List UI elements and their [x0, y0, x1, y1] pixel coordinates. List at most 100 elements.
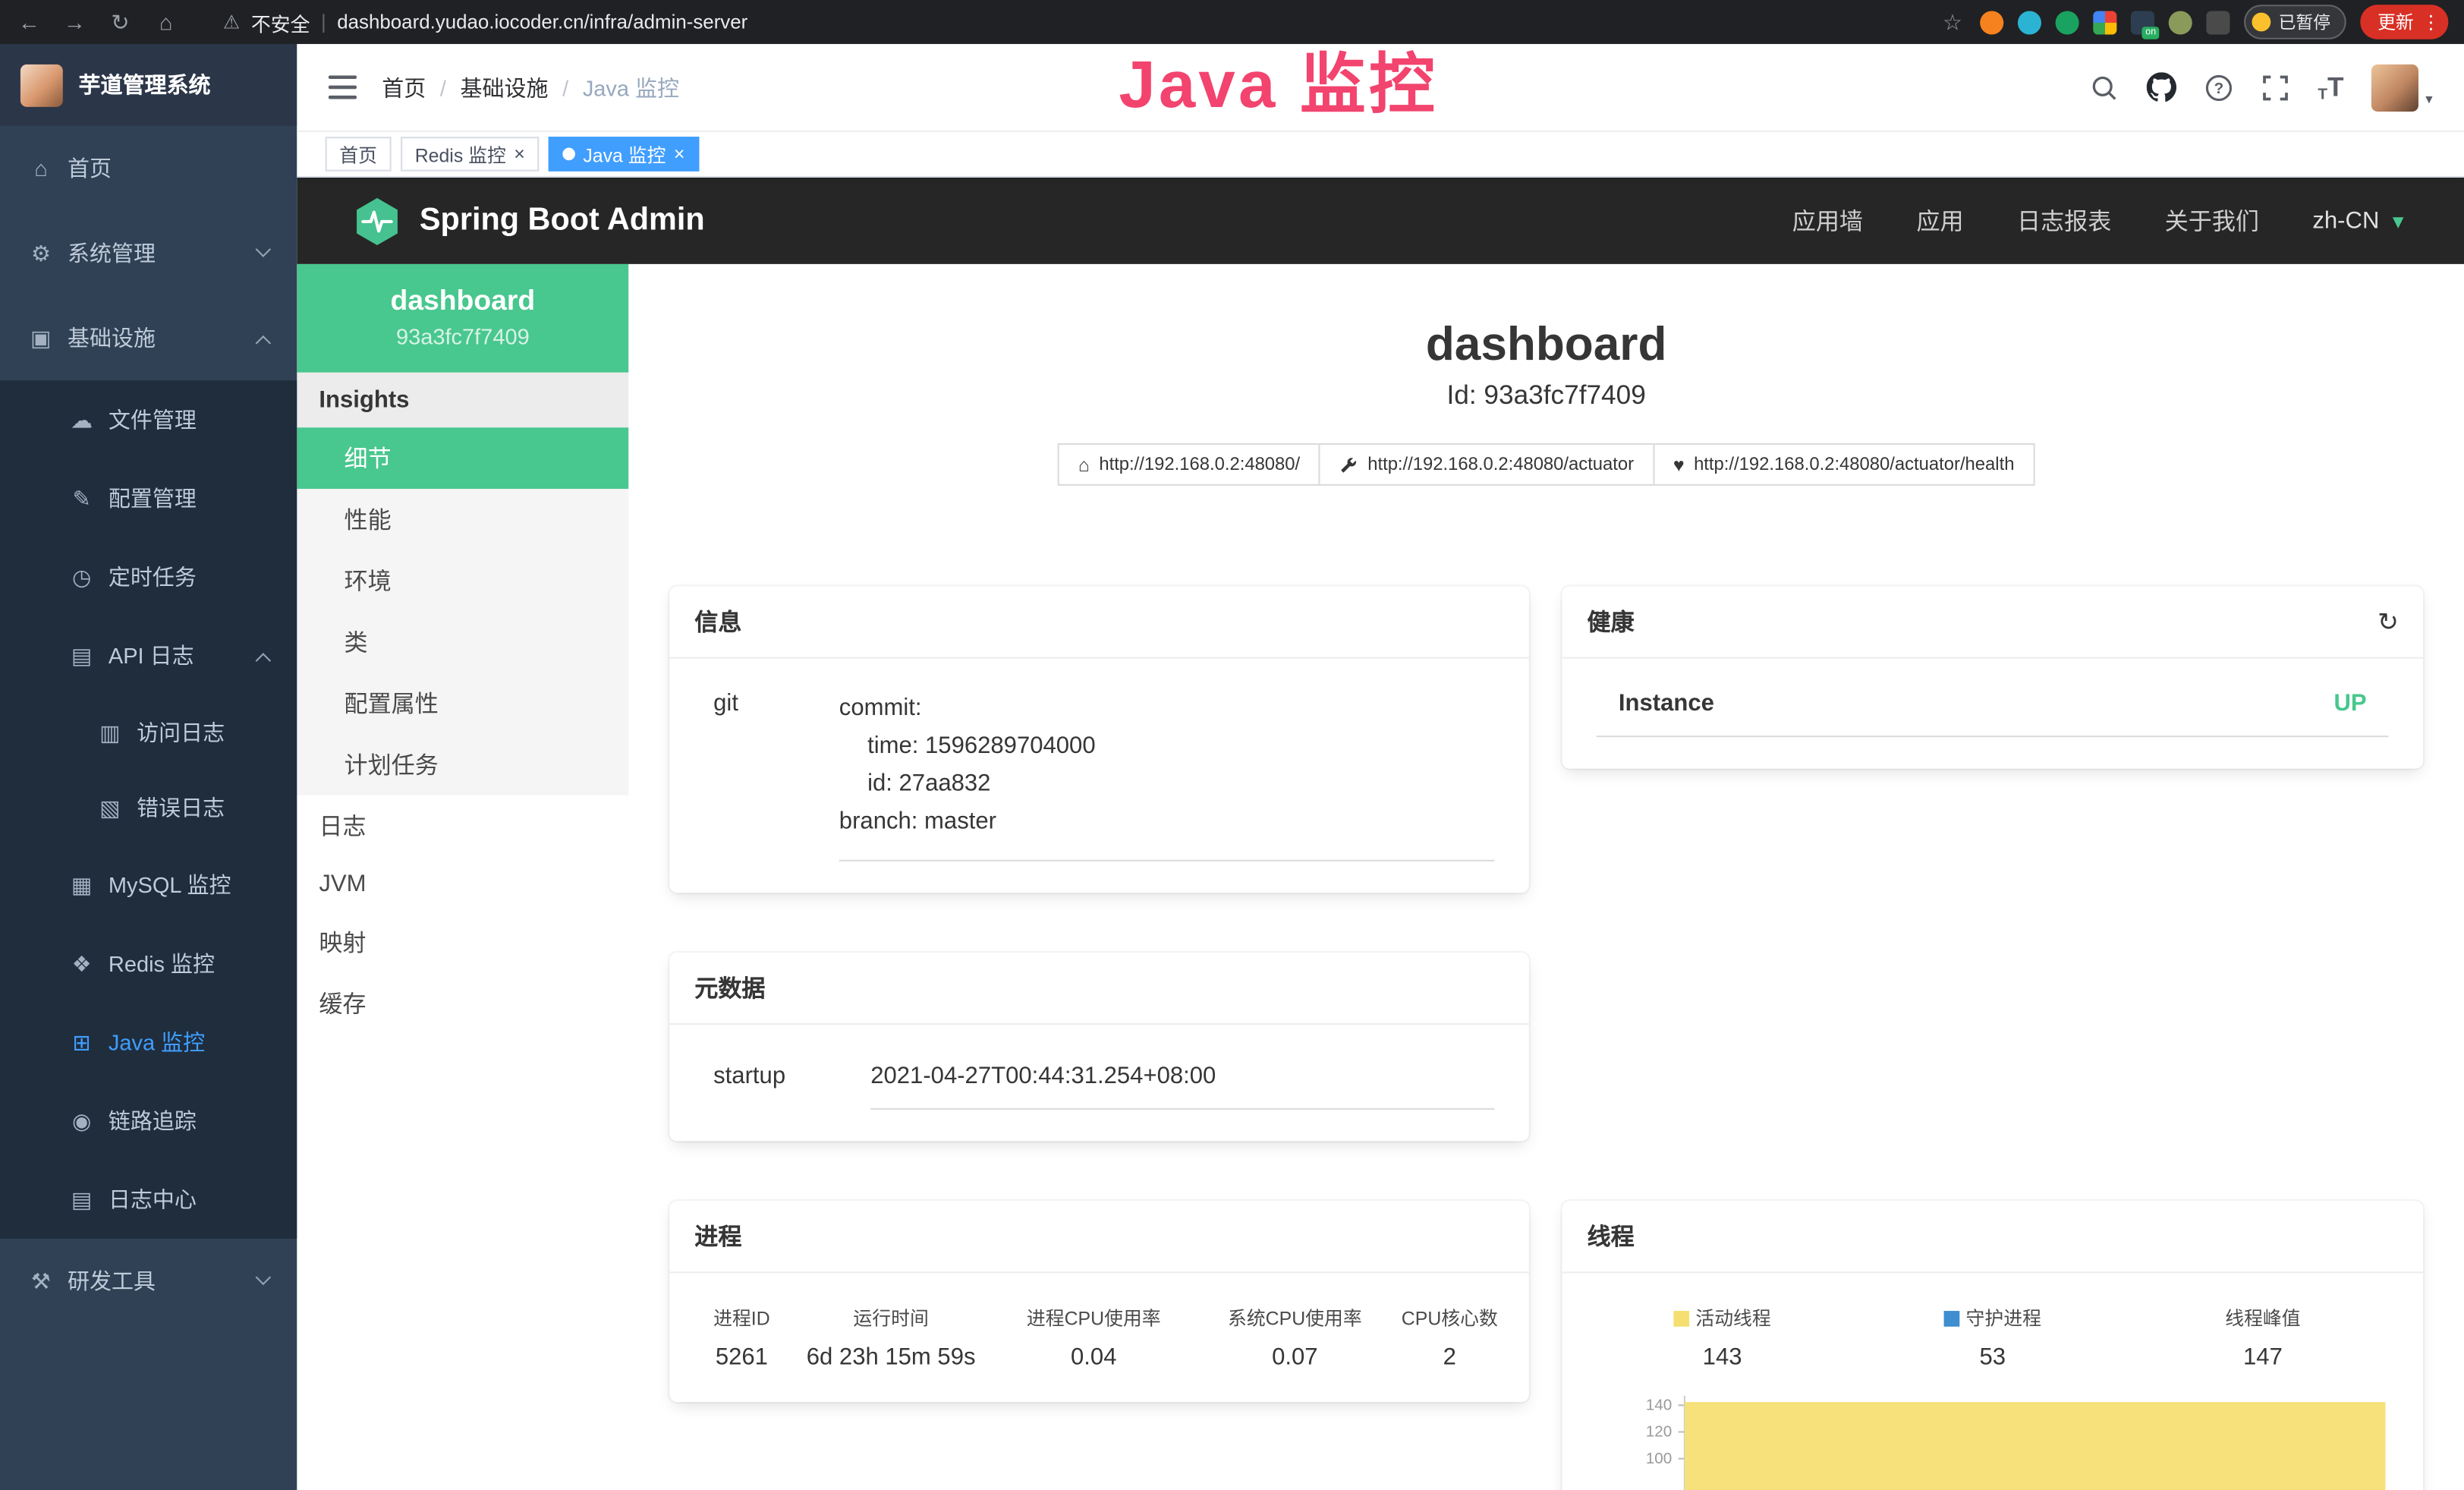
health-url-link[interactable]: ♥ http://192.168.0.2:48080/actuator/heal… [1653, 443, 2034, 486]
legend-live-threads[interactable]: 活动线程 [1588, 1305, 1858, 1331]
sidebar-item-access-logs[interactable]: ▥ 访问日志 [0, 695, 297, 770]
document-icon: ▧ [97, 795, 122, 821]
locale-select[interactable]: zh-CN ▼ [2312, 207, 2407, 234]
sba-app-header[interactable]: dashboard 93a3fc7f7409 [297, 264, 628, 373]
github-icon[interactable] [2147, 72, 2176, 102]
sidebar-item-file-mgmt[interactable]: ☁ 文件管理 [0, 380, 297, 459]
service-url-link[interactable]: ⌂ http://192.168.0.2:48080/ [1058, 443, 1320, 486]
actuator-url-link[interactable]: http://192.168.0.2:48080/actuator [1319, 443, 1654, 486]
sidebar-item-api-logs[interactable]: ▤ API 日志 [0, 616, 297, 695]
close-icon[interactable]: × [514, 145, 525, 164]
extension-grid-icon[interactable] [2093, 10, 2116, 33]
sba-item-caches[interactable]: 缓存 [297, 973, 628, 1035]
process-col-header: 进程CPU使用率 [993, 1305, 1194, 1331]
extension-drop-icon[interactable] [2018, 10, 2041, 33]
link-label: http://192.168.0.2:48080/ [1099, 455, 1300, 474]
sidebar-item-system-mgmt[interactable]: ⚙ 系统管理 [0, 210, 297, 295]
update-button[interactable]: 更新 ⋮ [2360, 5, 2448, 39]
sba-item-config-props[interactable]: 配置属性 [297, 673, 628, 734]
address-bar[interactable]: ⚠ 不安全 | dashboard.yudao.iocoder.cn/infra… [223, 7, 747, 36]
sba-item-mappings[interactable]: 映射 [297, 912, 628, 973]
extension-green-icon[interactable] [2056, 10, 2079, 33]
sba-nav-applications[interactable]: 应用 [1916, 204, 1963, 237]
sba-item-metrics[interactable]: 性能 [297, 489, 628, 550]
live-threads-area [1685, 1402, 2386, 1490]
extension-on-icon[interactable]: on [2131, 10, 2154, 33]
sba-item-logs[interactable]: 日志 [297, 795, 628, 857]
extension-puzzle-icon[interactable] [2206, 10, 2230, 33]
sba-nav-about[interactable]: 关于我们 [2165, 204, 2259, 237]
user-menu[interactable]: ▾ [2372, 64, 2433, 111]
close-icon[interactable]: × [674, 145, 685, 164]
sba-nav-journal[interactable]: 日志报表 [2017, 204, 2111, 237]
bookmark-star-icon[interactable]: ☆ [1939, 8, 1965, 35]
tools-icon: ⚒ [28, 1268, 53, 1294]
smiley-icon [2252, 13, 2270, 32]
health-card-header: 健康 ↺ [1562, 586, 2423, 658]
forward-icon[interactable]: → [61, 9, 88, 34]
y-tick-100: 100 [1646, 1450, 1673, 1467]
breadcrumb-separator: / [440, 74, 446, 99]
sidebar-item-error-logs[interactable]: ▧ 错误日志 [0, 770, 297, 846]
font-size-icon[interactable]: TT [2318, 71, 2343, 102]
sba-item-classes[interactable]: 类 [297, 612, 628, 673]
sba-item-details[interactable]: 细节 [297, 427, 628, 489]
paused-badge[interactable]: 已暂停 [2244, 5, 2346, 39]
process-col-header: 运行时间 [789, 1305, 993, 1331]
chevron-up-icon [256, 335, 271, 350]
search-icon[interactable] [2090, 73, 2118, 101]
update-label: 更新 [2377, 9, 2414, 34]
history-icon[interactable]: ↺ [2377, 606, 2398, 637]
sidebar-item-log-center[interactable]: ▤ 日志中心 [0, 1160, 297, 1239]
sidebar-item-config-mgmt[interactable]: ✎ 配置管理 [0, 459, 297, 538]
tag-home[interactable]: 首页 [326, 137, 392, 172]
extension-fox-icon[interactable] [1980, 10, 2003, 33]
sidebar-item-infrastructure[interactable]: ▣ 基础设施 [0, 295, 297, 380]
fullscreen-icon[interactable] [2261, 73, 2289, 101]
health-card-title: 健康 [1588, 605, 1635, 638]
legend-daemon-threads[interactable]: 守护进程 [1858, 1305, 2128, 1331]
sidebar-item-redis-monitor[interactable]: ❖ Redis 监控 [0, 925, 297, 1003]
metadata-value: 2021-04-27T00:44:31.254+08:00 [870, 1063, 1494, 1110]
sidebar-item-cron-jobs[interactable]: ◷ 定时任务 [0, 537, 297, 616]
threads-card-title: 线程 [1562, 1201, 2423, 1273]
process-col-header: 进程ID [694, 1305, 788, 1331]
sba-nav-wall[interactable]: 应用墙 [1792, 204, 1863, 237]
sidebar-item-java-monitor[interactable]: ⊞ Java 监控 [0, 1003, 297, 1082]
browser-home-icon[interactable]: ⌂ [153, 9, 179, 34]
sba-item-scheduled-tasks[interactable]: 计划任务 [297, 734, 628, 795]
extension-leaf-icon[interactable] [2169, 10, 2192, 33]
sidebar-item-label: 文件管理 [109, 404, 197, 435]
tag-label: Java 监控 [583, 140, 666, 167]
back-icon[interactable]: ← [16, 9, 42, 34]
sba-app-id: 93a3fc7f7409 [310, 324, 616, 349]
font-size-small-t: T [2318, 86, 2327, 103]
sba-nav-links: 应用墙 应用 日志报表 关于我们 zh-CN ▼ [1792, 204, 2408, 237]
info-card: 信息 git commit: time: 1596289704000 id: 2… [669, 586, 1529, 893]
tag-redis-monitor[interactable]: Redis 监控 × [401, 137, 539, 172]
menu-kebab-icon[interactable]: ⋮ [2422, 11, 2440, 33]
blue-swatch-icon [1944, 1310, 1960, 1326]
tag-java-monitor[interactable]: Java 监控 × [549, 137, 699, 172]
sidebar-item-home[interactable]: ⌂ 首页 [0, 126, 297, 211]
breadcrumb-current: Java 监控 [583, 71, 679, 102]
heart-icon: ♥ [1673, 453, 1685, 475]
sidebar-item-label: 配置管理 [109, 483, 197, 514]
sidebar-item-trace[interactable]: ◉ 链路追踪 [0, 1082, 297, 1161]
breadcrumb-home[interactable]: 首页 [382, 71, 426, 102]
sidebar-item-label: 基础设施 [68, 323, 156, 354]
sba-brand[interactable]: Spring Boot Admin [420, 203, 705, 239]
sidebar-item-mysql-monitor[interactable]: ▦ MySQL 监控 [0, 846, 297, 925]
sidebar-item-label: 研发工具 [68, 1265, 156, 1296]
svg-text:?: ? [2214, 79, 2224, 96]
sidebar-item-dev-tools[interactable]: ⚒ 研发工具 [0, 1239, 297, 1324]
reload-icon[interactable]: ↻ [107, 8, 134, 35]
info-card-title: 信息 [669, 586, 1529, 658]
help-icon[interactable]: ? [2204, 73, 2233, 101]
sba-item-environment[interactable]: 环境 [297, 550, 628, 612]
hamburger-icon[interactable] [329, 75, 357, 99]
breadcrumb-section[interactable]: 基础设施 [461, 71, 549, 102]
sba-item-jvm[interactable]: JVM [297, 857, 628, 912]
health-instance-row[interactable]: Instance UP [1597, 690, 2389, 737]
daemon-threads-value: 53 [1858, 1344, 2128, 1371]
